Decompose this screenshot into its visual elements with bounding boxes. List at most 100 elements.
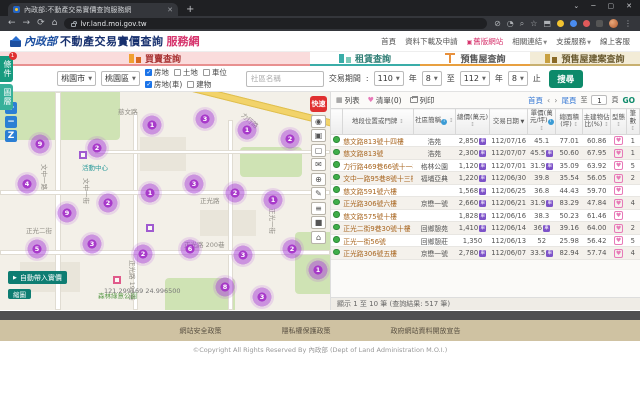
locate-on-map-icon[interactable] [333, 186, 340, 193]
price-cluster-marker[interactable]: 1 [235, 118, 259, 142]
menu-item-線上客服[interactable]: 線上客服 [600, 36, 630, 47]
address-bar[interactable]: lvr.land.moi.gov.tw [64, 18, 487, 29]
price-cluster-marker[interactable]: 1 [306, 258, 330, 282]
address-cell[interactable]: 文中一路95巷8號十三樓 [342, 172, 413, 185]
price-cluster-marker[interactable]: 9 [28, 132, 52, 156]
prev-page-icon[interactable]: ‹ [547, 96, 550, 105]
history-extension-icon[interactable]: ◔ [507, 19, 514, 28]
rect-select-icon[interactable]: ▣ [311, 129, 326, 142]
sort-icon[interactable]: ↕ [397, 119, 403, 125]
price-cluster-marker[interactable]: 3 [193, 107, 217, 131]
menu-icon[interactable]: ≡ [311, 202, 326, 215]
address-cell[interactable]: 慈文路813號十四樓 [342, 134, 413, 147]
column-header-筆數[interactable]: 筆數 ↕ [626, 109, 639, 135]
sort-icon[interactable]: ↕ [602, 122, 608, 128]
single-transaction-marker[interactable] [146, 224, 154, 232]
month-to-select[interactable]: 8▼ [508, 71, 528, 86]
side-tab-conditions[interactable]: 1 條件 [0, 56, 13, 82]
address-cell[interactable]: 慈文路575號十樓 [342, 209, 413, 222]
favorite-heart-icon[interactable]: ♥ [614, 136, 623, 145]
sort-icon[interactable]: ↕ [616, 122, 621, 128]
locate-on-map-icon[interactable] [333, 174, 340, 181]
price-cluster-marker[interactable]: 2 [280, 237, 304, 261]
menu-item-相關連結[interactable]: 相關連結▼ [512, 36, 547, 47]
point-select-icon[interactable]: ◉ [311, 115, 326, 128]
browser-tab[interactable]: 內政部:不動產交易實價查詢服務網 ✕ [8, 3, 178, 16]
column-header-主建物佔比(%)[interactable]: 主建物佔比(%) ↕ [582, 109, 611, 135]
year-to-select[interactable]: 112▼ [460, 71, 490, 86]
price-cluster-marker[interactable]: 2 [85, 136, 109, 160]
year-from-select[interactable]: 110▼ [374, 71, 404, 86]
price-cluster-marker[interactable]: 3 [80, 232, 104, 256]
zoom-out-button[interactable]: − [5, 116, 17, 128]
price-cluster-marker[interactable]: 8 [213, 275, 237, 299]
search-button[interactable]: 搜尋 [549, 70, 583, 88]
layers-icon[interactable]: ■ [311, 216, 326, 229]
price-cluster-marker[interactable]: 3 [182, 172, 206, 196]
sort-icon[interactable]: ↕ [447, 118, 453, 124]
checkbox-icon[interactable] [203, 69, 210, 76]
maximize-button[interactable]: ▢ [608, 2, 615, 10]
list-view-button[interactable]: ▦ 列表 [336, 95, 360, 106]
back-icon[interactable]: ← [8, 16, 16, 31]
parking-note-icon[interactable]: 車 [546, 150, 553, 157]
extension-yellow-icon[interactable] [557, 20, 564, 27]
tab-search-icon[interactable]: ⌄ [573, 2, 579, 10]
favorite-heart-icon[interactable]: ♥ [614, 199, 623, 208]
draw-icon[interactable]: ✎ [311, 187, 326, 200]
zoom-extension-icon[interactable]: ⌕ [520, 19, 524, 29]
community-name-input[interactable]: 社區名稱 [246, 71, 324, 87]
saved-list-button[interactable]: ♥ 清單(0) [368, 95, 402, 106]
sort-icon[interactable]: ↕ [631, 126, 636, 132]
tab-rent-query[interactable]: 租賃查詢 [310, 52, 420, 66]
price-cluster-marker[interactable]: 2 [223, 181, 247, 205]
map-canvas[interactable]: + − Z 快速 ◉▣▢✉⊕✎≡■⌂ ▶ 自動帶入實價 縮圖 121.29916… [0, 92, 330, 310]
address-cell[interactable]: 慈文路591號六樓 [342, 184, 413, 197]
side-tab-layers[interactable]: 圖層 [0, 84, 13, 110]
checkbox-房地(車)[interactable]: 房地(車) [145, 79, 182, 90]
quick-map-button[interactable]: 快速 [310, 96, 327, 112]
sort-icon[interactable]: ↕ [470, 122, 475, 128]
parking-note-icon[interactable]: 車 [479, 150, 486, 157]
checkbox-車位[interactable]: 車位 [203, 67, 227, 78]
price-cluster-marker[interactable]: 9 [55, 201, 79, 225]
info-icon[interactable]: i [548, 119, 554, 125]
footer-link-隱私權保護政策[interactable]: 隱私權保護政策 [282, 326, 331, 336]
locate-on-map-icon[interactable] [333, 249, 340, 256]
puzzle-extensions-icon[interactable]: ⬒ [543, 19, 551, 28]
reload-icon[interactable]: ⟳ [37, 16, 45, 31]
column-header-總面積(坪)[interactable]: 總面積(坪) ↕ [556, 109, 582, 135]
parking-note-icon[interactable]: 車 [546, 200, 553, 207]
parking-note-icon[interactable]: 車 [479, 213, 486, 220]
blocker-extension-icon[interactable]: ⊘ [494, 19, 501, 28]
extension-red-icon[interactable] [583, 20, 590, 27]
thumbnail-button[interactable]: 縮圖 [8, 289, 31, 299]
address-cell[interactable]: 正光路306號五樓 [342, 247, 413, 260]
parking-note-icon[interactable]: 車 [546, 163, 553, 170]
locate-on-map-icon[interactable] [333, 136, 340, 143]
locate-on-map-icon[interactable] [333, 149, 340, 156]
column-header-型態[interactable]: 型態 ↕ [611, 109, 626, 135]
favorite-heart-icon[interactable]: ♥ [614, 161, 623, 170]
tab-presale-project-query[interactable]: 預售屋建案查詢 [530, 52, 640, 66]
price-cluster-marker[interactable]: 6 [178, 237, 202, 261]
menu-item-支援服務[interactable]: 支援服務▼ [556, 36, 591, 47]
go-button[interactable]: GO [622, 96, 635, 105]
locate-on-map-icon[interactable] [333, 199, 340, 206]
single-transaction-marker[interactable] [113, 276, 121, 284]
column-header-單價(萬元/坪)[interactable]: 單價(萬元/坪)i ↕ [527, 109, 556, 135]
sort-icon[interactable]: ↕ [572, 122, 578, 128]
menu-item-資料下載及申請[interactable]: 資料下載及申請 [405, 36, 458, 47]
price-cluster-marker[interactable]: 1 [261, 188, 285, 212]
tab-presale-query[interactable]: 預售屋查詢 [420, 52, 530, 66]
checkbox-icon[interactable] [187, 81, 194, 88]
district-select[interactable]: 桃園區▼ [101, 71, 140, 86]
favorite-heart-icon[interactable]: ♥ [614, 236, 623, 245]
extension-blue-icon[interactable] [570, 20, 577, 27]
sort-icon[interactable]: ↕ [539, 126, 544, 132]
locate-on-map-icon[interactable] [333, 161, 340, 168]
locate-icon[interactable]: ⊕ [311, 173, 326, 186]
price-cluster-marker[interactable]: 2 [96, 191, 120, 215]
parking-note-icon[interactable]: 車 [479, 163, 486, 170]
parking-note-icon[interactable]: 車 [479, 250, 486, 257]
